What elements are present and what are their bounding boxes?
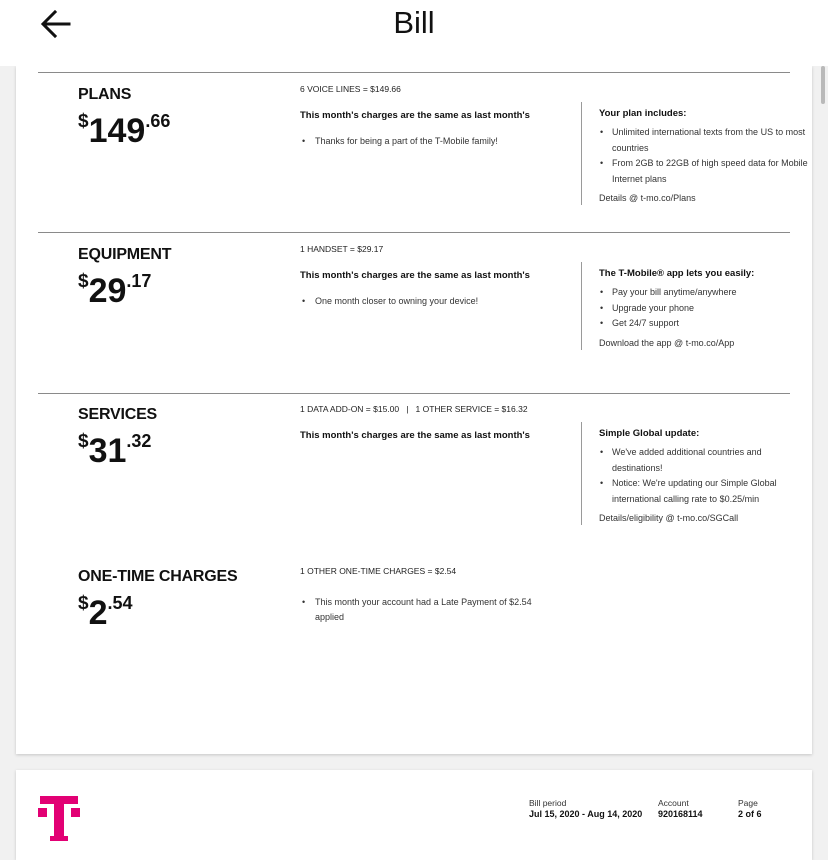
side-list: Pay your bill anytime/anywhere Upgrade y… xyxy=(599,285,809,332)
section-amount: $29.17 xyxy=(78,270,152,308)
line-count: 1 OTHER ONE-TIME CHARGES = $2.54 xyxy=(300,566,457,576)
amount-currency: $ xyxy=(78,111,89,132)
side-panel: The T-Mobile® app lets you easily: Pay y… xyxy=(581,262,809,350)
side-link[interactable]: Details @ t-mo.co/Plans xyxy=(599,193,809,205)
account-value: 920168114 xyxy=(658,809,703,819)
bill-period: Bill period Jul 15, 2020 - Aug 14, 2020 xyxy=(529,798,642,820)
amount-cents: .66 xyxy=(145,111,171,131)
section-divider xyxy=(38,232,790,233)
charges-comparison: This month's charges are the same as las… xyxy=(300,110,530,121)
section-amount: $31.32 xyxy=(78,430,152,468)
page-value: 2 of 6 xyxy=(738,809,762,819)
bill-page-footer: Bill period Jul 15, 2020 - Aug 14, 2020 … xyxy=(16,770,812,860)
side-title: Your plan includes: xyxy=(599,108,687,119)
section-amount: $149.66 xyxy=(78,110,171,148)
amount-currency: $ xyxy=(78,593,89,614)
scrollbar-thumb[interactable] xyxy=(821,66,825,104)
charges-comparison: This month's charges are the same as las… xyxy=(300,270,530,281)
side-item: We've added additional countries and des… xyxy=(599,445,809,476)
side-link[interactable]: Details/eligibility @ t-mo.co/SGCall xyxy=(599,513,809,525)
amount-cents: .54 xyxy=(107,593,133,613)
amount-dollars: 31 xyxy=(88,432,127,470)
section-title: SERVICES xyxy=(78,406,158,423)
side-item: Notice: We're updating our Simple Global… xyxy=(599,476,809,507)
side-title: The T-Mobile® app lets you easily: xyxy=(599,268,755,279)
page-title: Bill xyxy=(393,5,435,40)
side-item: Upgrade your phone xyxy=(599,301,809,317)
amount-dollars: 29 xyxy=(88,272,127,310)
amount-dollars: 2 xyxy=(88,594,108,632)
page-number: Page 2 of 6 xyxy=(738,798,762,820)
account: Account 920168114 xyxy=(658,798,703,820)
amount-currency: $ xyxy=(78,431,89,452)
side-link[interactable]: Download the app @ t-mo.co/App xyxy=(599,338,809,350)
side-panel: Simple Global update: We've added additi… xyxy=(581,422,809,525)
bill-period-value: Jul 15, 2020 - Aug 14, 2020 xyxy=(529,809,643,819)
side-item: Pay your bill anytime/anywhere xyxy=(599,285,809,301)
side-item: Get 24/7 support xyxy=(599,316,809,332)
section-title: EQUIPMENT xyxy=(78,246,172,263)
line-count: 1 HANDSET = $29.17 xyxy=(300,244,384,254)
app-bar: Bill xyxy=(0,0,828,66)
side-panel: Your plan includes: Unlimited internatio… xyxy=(581,102,809,205)
charges-comparison: This month's charges are the same as las… xyxy=(300,430,530,441)
section-divider xyxy=(38,393,790,394)
bullet-item: One month closer to owning your device! xyxy=(300,294,570,309)
side-item: From 2GB to 22GB of high speed data for … xyxy=(599,156,809,187)
amount-currency: $ xyxy=(78,271,89,292)
section-divider xyxy=(38,72,790,73)
section-bullets: Thanks for being a part of the T-Mobile … xyxy=(300,134,570,149)
amount-cents: .32 xyxy=(126,431,152,451)
t-mobile-logo-icon xyxy=(38,796,80,841)
section-bullets: One month closer to owning your device! xyxy=(300,294,570,309)
bill-page: PLANS $149.66 6 VOICE LINES = $149.66 Th… xyxy=(16,66,812,754)
section-bullets: This month your account had a Late Payme… xyxy=(300,595,550,625)
side-title: Simple Global update: xyxy=(599,428,700,439)
line-count: 1 DATA ADD-ON = $15.00 | 1 OTHER SERVICE… xyxy=(300,404,528,414)
bill-period-label: Bill period xyxy=(529,798,567,808)
bullet-item: Thanks for being a part of the T-Mobile … xyxy=(300,134,570,149)
side-list: Unlimited international texts from the U… xyxy=(599,125,809,187)
section-title: ONE-TIME CHARGES xyxy=(78,568,238,585)
amount-cents: .17 xyxy=(126,271,152,291)
side-list: We've added additional countries and des… xyxy=(599,445,809,507)
amount-dollars: 149 xyxy=(88,112,146,150)
side-item: Unlimited international texts from the U… xyxy=(599,125,809,156)
bullet-item: This month your account had a Late Payme… xyxy=(300,595,550,625)
section-amount: $2.54 xyxy=(78,592,133,630)
section-title: PLANS xyxy=(78,86,132,103)
line-count: 6 VOICE LINES = $149.66 xyxy=(300,84,401,94)
account-label: Account xyxy=(658,798,689,808)
page-label: Page xyxy=(738,798,758,808)
